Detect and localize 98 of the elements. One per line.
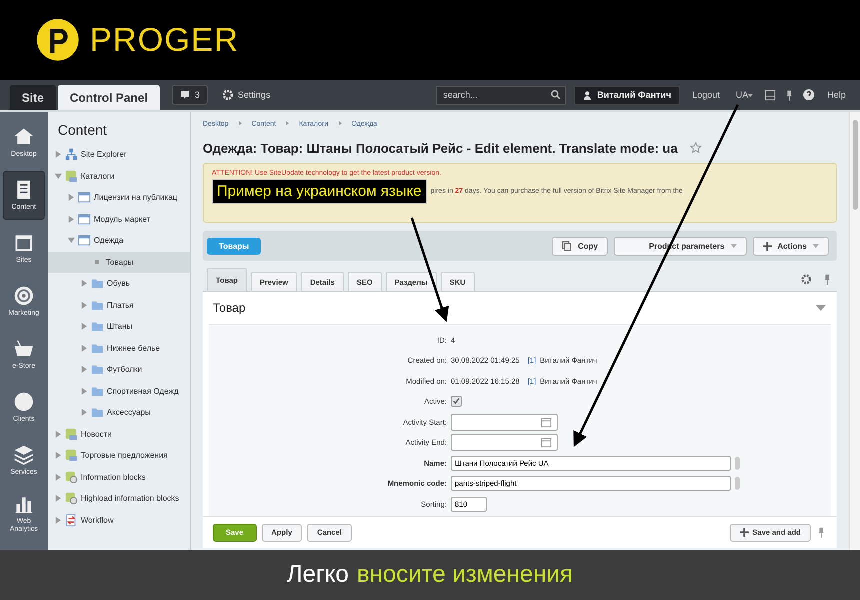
date-field[interactable] [451, 434, 558, 452]
toolbar-button[interactable]: Actions [752, 236, 829, 256]
plus-icon [740, 528, 749, 537]
window-icon [78, 234, 91, 248]
search-icon [551, 90, 562, 100]
tree-item[interactable]: Обувь [48, 273, 190, 294]
caret-icon [730, 243, 737, 249]
tree-item[interactable]: Торговые предложения [48, 445, 190, 466]
folder-icon [91, 320, 104, 334]
date-field[interactable] [451, 414, 558, 431]
collapsed-caret-icon[interactable] [54, 151, 62, 158]
caption-highlight: вносите изменения [356, 561, 573, 589]
collapsed-caret-icon[interactable] [80, 323, 88, 330]
info-block-icon [65, 492, 78, 506]
pin-icon[interactable] [816, 527, 827, 538]
tree-item[interactable]: Лицензии на публикац [48, 187, 190, 208]
catalog-icon [65, 449, 78, 462]
section-title: Товар [213, 301, 246, 315]
collapsed-caret-icon[interactable] [67, 216, 75, 223]
window-icon[interactable] [765, 90, 776, 100]
tree-item[interactable]: Нижнее белье [48, 338, 190, 359]
caret-icon [748, 93, 754, 98]
tree-item[interactable]: Новости [48, 424, 190, 445]
translate-icon[interactable] [735, 456, 740, 470]
toolbar-button[interactable]: Copy [552, 236, 608, 256]
chevron-icon [238, 121, 242, 126]
collapsed-caret-icon[interactable] [54, 495, 62, 502]
caption-text: Легко [287, 561, 349, 589]
target-icon [13, 285, 35, 308]
annotation-label: Пример на украинском языке [212, 179, 427, 204]
tree-item[interactable]: Платья [48, 294, 190, 316]
tree-item[interactable]: Модуль маркет [48, 208, 190, 230]
catalog-icon [65, 428, 78, 441]
collapse-triangle-icon[interactable] [815, 304, 827, 312]
folder-icon [91, 406, 104, 420]
tree-item[interactable]: Аксессуары [48, 402, 190, 424]
logo-icon [36, 18, 80, 62]
tree-item[interactable]: Спортивная Одежд [48, 380, 190, 402]
tree-item[interactable]: Товары [48, 252, 190, 273]
search-field[interactable]: search... [436, 86, 566, 104]
caret-icon [813, 243, 819, 249]
window-icon [78, 191, 91, 204]
collapsed-caret-icon[interactable] [80, 366, 88, 374]
workflow-icon [65, 514, 78, 527]
expanded-caret-icon[interactable] [54, 172, 62, 180]
settings-icon [223, 90, 234, 100]
collapsed-caret-icon[interactable] [54, 516, 62, 524]
folder-icon [91, 277, 104, 290]
plus-icon [762, 242, 772, 250]
tree-item[interactable]: Highload information blocks [48, 488, 190, 510]
window-icon [78, 212, 91, 226]
collapsed-caret-icon[interactable] [80, 409, 88, 416]
expanded-caret-icon[interactable] [67, 237, 75, 244]
checkbox[interactable] [451, 396, 462, 408]
help-icon[interactable] [803, 89, 816, 101]
catalog-icon [65, 170, 78, 183]
collapsed-caret-icon[interactable] [80, 280, 88, 288]
sitemap-icon [65, 148, 78, 162]
tree-item[interactable]: Workflow [48, 510, 190, 531]
collapsed-caret-icon[interactable] [80, 344, 88, 352]
tree-item[interactable]: Information blocks [48, 466, 190, 488]
settings-button[interactable]: Settings [216, 85, 278, 105]
info-block-icon [65, 470, 78, 484]
collapsed-caret-icon[interactable] [67, 194, 75, 202]
notifications-button[interactable]: 3 [172, 85, 208, 105]
tree-item[interactable]: Каталоги [48, 166, 190, 187]
tree-item[interactable]: Футболки [48, 359, 190, 380]
layers-icon [13, 444, 35, 466]
collapsed-caret-icon[interactable] [80, 388, 88, 395]
message-icon [180, 90, 190, 100]
collapsed-caret-icon[interactable] [54, 474, 62, 481]
tree-item[interactable]: Штаны [48, 316, 190, 338]
language-dropdown[interactable]: UA [732, 90, 758, 100]
folder-icon [91, 363, 104, 376]
top-tab[interactable]: Site [10, 85, 56, 110]
chevron-icon [286, 121, 290, 126]
page-title: Одежда: Товар: Штаны Полосатый Рейс - Edit element. Translate mode: ua [203, 140, 678, 156]
copy-icon [562, 241, 572, 251]
panel-title: Content [57, 122, 108, 140]
collapsed-caret-icon[interactable] [54, 452, 62, 460]
collapsed-caret-icon[interactable] [80, 302, 88, 309]
user-button[interactable]: Виталий Фантич [574, 86, 680, 104]
user-icon [583, 90, 592, 100]
search-input[interactable]: search... [441, 89, 552, 101]
bullet-icon [95, 260, 99, 264]
top-tab[interactable]: Control Panel [58, 85, 160, 110]
collapsed-caret-icon[interactable] [54, 430, 62, 438]
tree-item[interactable]: Одежда [48, 230, 190, 252]
logo-text: PROGER [90, 21, 240, 59]
tree-item[interactable]: Site Explorer [48, 144, 190, 166]
scrollbar[interactable] [849, 112, 860, 550]
pin-icon[interactable] [822, 274, 833, 284]
star-icon[interactable] [690, 142, 702, 154]
help-link[interactable]: Help [823, 90, 850, 100]
logout-link[interactable]: Logout [688, 90, 724, 100]
chevron-icon [338, 121, 342, 126]
settings-icon[interactable] [801, 274, 812, 284]
translate-icon[interactable] [735, 477, 740, 490]
